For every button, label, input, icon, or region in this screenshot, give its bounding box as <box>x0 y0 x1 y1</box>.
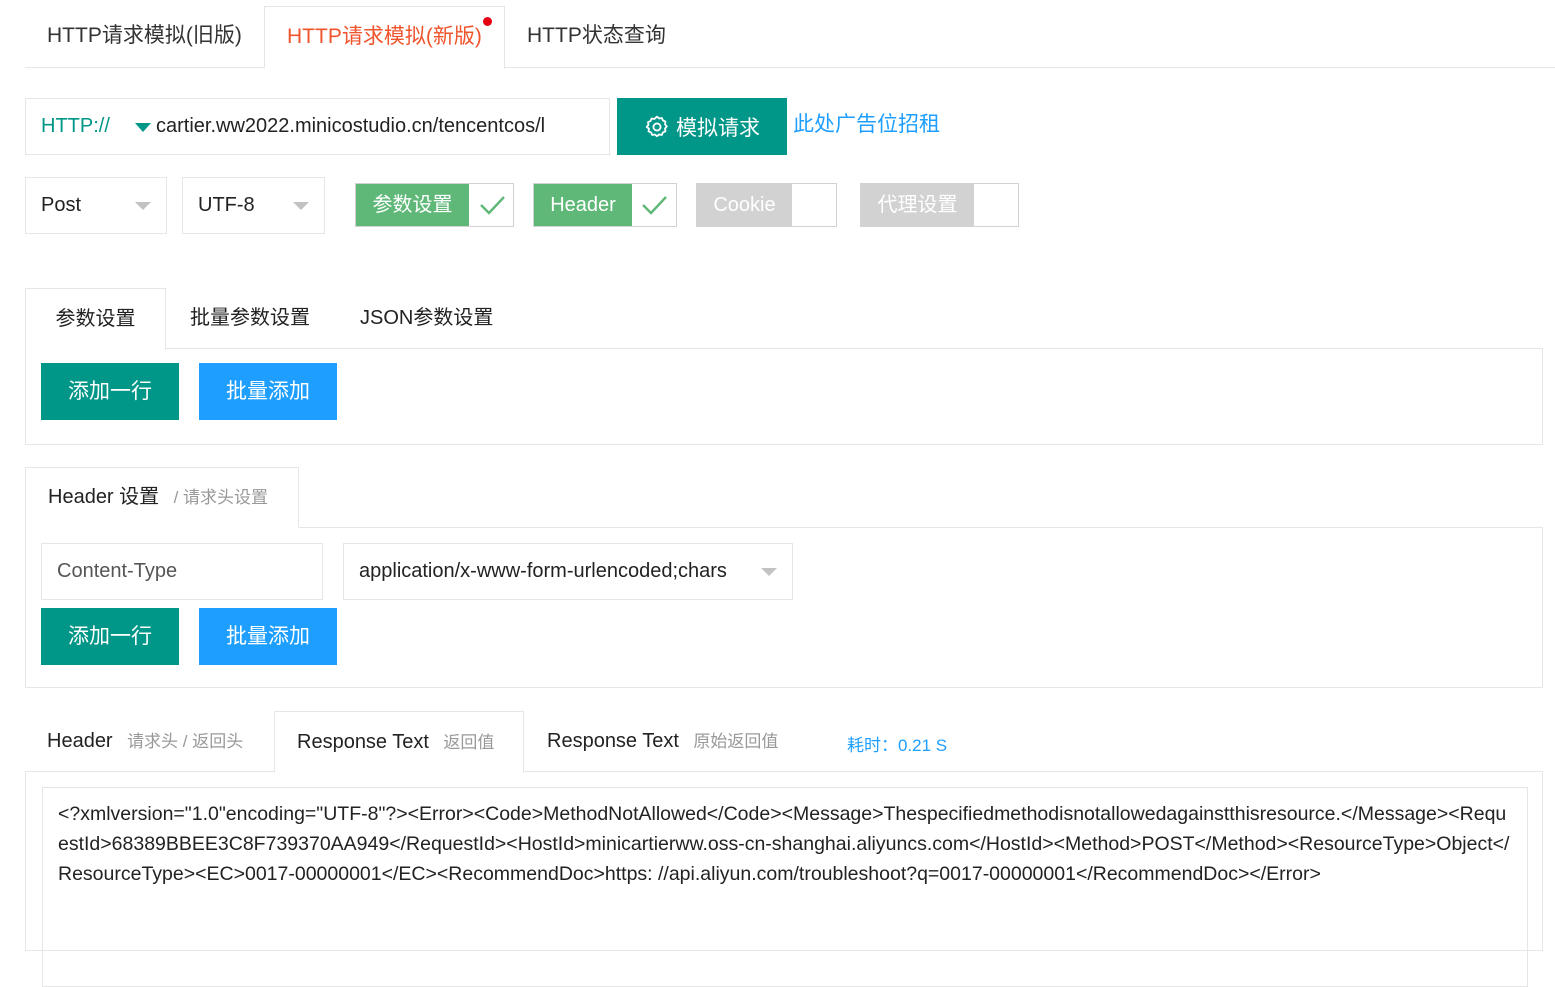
method-select-value: Post <box>41 194 82 216</box>
new-badge-dot <box>482 17 492 26</box>
tab-response-raw[interactable]: Response Text 原始返回值 <box>547 711 778 772</box>
tab-http-simulate-new[interactable]: HTTP请求模拟(新版) <box>264 6 505 69</box>
add-row-button[interactable]: 添加一行 <box>41 608 179 665</box>
toggle-params-label: 参数设置 <box>356 184 469 226</box>
elapsed-time: 耗时：0.21 S <box>847 736 948 755</box>
batch-add-button[interactable]: 批量添加 <box>199 363 337 420</box>
check-icon <box>480 196 505 215</box>
header-value-text: application/x-www-form-urlencoded;chars <box>359 560 727 582</box>
tab-http-simulate-old[interactable]: HTTP请求模拟(旧版) <box>25 6 264 68</box>
header-value-select[interactable]: application/x-www-form-urlencoded;chars <box>343 543 793 600</box>
tab-param-settings[interactable]: 参数设置 <box>25 288 166 350</box>
tab-response-text-sub: 返回值 <box>443 733 495 752</box>
tab-http-status[interactable]: HTTP状态查询 <box>505 6 688 68</box>
toggle-params[interactable]: 参数设置 <box>355 183 514 227</box>
param-panel: 添加一行 批量添加 <box>25 348 1543 445</box>
batch-add-button[interactable]: 批量添加 <box>199 608 337 665</box>
url-input[interactable]: cartier.ww2022.minicostudio.cn/tencentco… <box>156 99 589 154</box>
tab-response-header-sub: 请求头 / 返回头 <box>127 732 244 751</box>
response-tab-bar: Header 请求头 / 返回头 Response Text 返回值 Respo… <box>25 711 1543 773</box>
response-textarea[interactable]: <?xmlversion="1.0"encoding="UTF-8"?><Err… <box>42 787 1528 987</box>
add-row-button[interactable]: 添加一行 <box>41 363 179 420</box>
check-icon <box>642 196 667 215</box>
tab-response-header-label: Header <box>47 730 113 752</box>
simulate-request-label: 模拟请求 <box>676 116 760 140</box>
caret-down-icon[interactable] <box>135 123 151 132</box>
toggle-cookie[interactable]: Cookie <box>696 183 837 227</box>
toggle-cookie-label: Cookie <box>697 184 792 226</box>
header-key-input[interactable]: Content-Type <box>41 543 323 600</box>
tab-response-text[interactable]: Response Text 返回值 <box>274 711 524 773</box>
toggle-proxy-label: 代理设置 <box>861 184 974 226</box>
tab-response-header[interactable]: Header 请求头 / 返回头 <box>47 711 243 772</box>
method-select[interactable]: Post <box>25 177 167 234</box>
toggle-header[interactable]: Header <box>533 183 677 227</box>
protocol-select[interactable]: HTTP:// <box>41 99 110 154</box>
tab-response-text-label: Response Text <box>297 731 429 753</box>
tab-response-raw-label: Response Text <box>547 730 679 752</box>
chevron-down-icon <box>761 568 777 576</box>
charset-select-value: UTF-8 <box>198 194 255 216</box>
gear-icon <box>645 115 668 137</box>
tab-batch-param-settings[interactable]: 批量参数设置 <box>190 288 310 349</box>
charset-select[interactable]: UTF-8 <box>182 177 325 234</box>
ad-link[interactable]: 此处广告位招租 <box>793 108 940 138</box>
url-input-group: HTTP:// cartier.ww2022.minicostudio.cn/t… <box>25 98 610 155</box>
param-tab-bar: 参数设置 批量参数设置 JSON参数设置 <box>25 288 1543 350</box>
toggle-header-label: Header <box>534 184 632 226</box>
tab-response-raw-sub: 原始返回值 <box>693 732 779 751</box>
toggle-proxy[interactable]: 代理设置 <box>860 183 1019 227</box>
header-settings-title: Header 设置 <box>48 486 160 508</box>
chevron-down-icon <box>293 202 309 210</box>
response-panel: <?xmlversion="1.0"encoding="UTF-8"?><Err… <box>25 771 1543 987</box>
header-settings-subtitle: / 请求头设置 <box>173 488 269 507</box>
top-tab-bar: HTTP请求模拟(旧版) HTTP请求模拟(新版) HTTP状态查询 <box>25 6 1555 69</box>
chevron-down-icon <box>135 202 151 210</box>
tab-json-param-settings[interactable]: JSON参数设置 <box>360 288 493 349</box>
header-settings-tab[interactable]: Header 设置 / 请求头设置 <box>25 467 299 528</box>
tab-label: HTTP请求模拟(新版) <box>287 25 482 48</box>
simulate-request-button[interactable]: 模拟请求 <box>617 98 787 155</box>
header-settings-panel: Content-Type application/x-www-form-urle… <box>25 527 1543 688</box>
